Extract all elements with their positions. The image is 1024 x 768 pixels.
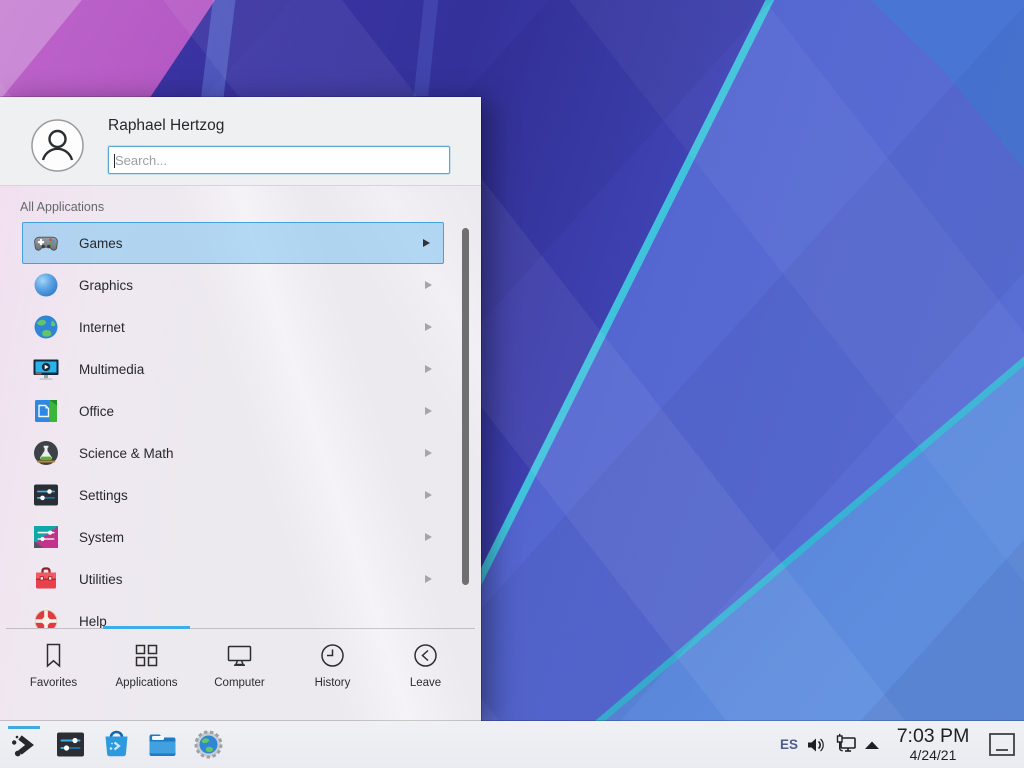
tab-label: Applications [115,677,177,689]
category-science-math[interactable]: Science & Math [22,432,444,474]
tab-label: Favorites [30,677,77,689]
clock-date: 4/24/21 [910,748,957,762]
category-graphics[interactable]: Graphics [22,264,444,306]
application-launcher-menu: Raphael Hertzog All Applications [0,97,481,721]
app-launcher-icon [8,728,41,761]
category-list: Games Graphics Intern [0,222,460,628]
science-icon [33,440,59,466]
category-label: Settings [79,488,128,503]
system-settings-icon [54,728,87,761]
application-launcher-button[interactable] [6,725,42,765]
caret-up-icon [864,740,880,750]
tab-label: Computer [214,677,265,689]
category-label: Multimedia [79,362,144,377]
category-label: Office [79,404,114,419]
settings-icon [33,482,59,508]
category-label: Science & Math [79,446,174,461]
file-manager-icon [146,728,179,761]
category-games[interactable]: Games [22,222,444,264]
web-browser-button[interactable] [190,725,226,765]
keyboard-layout-indicator[interactable]: ES [776,721,802,768]
volume-icon [805,733,829,757]
section-label: All Applications [20,200,104,214]
submenu-arrow-icon [425,575,432,583]
monitor-icon [225,641,254,670]
multimedia-icon [33,356,59,382]
category-help[interactable]: Help [22,600,444,628]
clock-time: 7:03 PM [897,727,970,747]
grid-icon [132,641,161,670]
volume-button[interactable] [804,721,830,768]
network-button[interactable] [832,721,860,768]
category-utilities[interactable]: Utilities [22,558,444,600]
tab-label: History [315,677,351,689]
discover-button[interactable] [98,725,134,765]
tabbar-separator [6,628,475,629]
category-system[interactable]: System [22,516,444,558]
user-avatar-icon [31,119,84,172]
tab-label: Leave [410,677,441,689]
submenu-arrow-icon [425,323,432,331]
tab-favorites[interactable]: Favorites [7,633,100,717]
taskbar-app-icons [6,721,226,768]
digital-clock[interactable]: 7:03 PM 4/24/21 [886,721,980,768]
show-desktop-icon [988,732,1016,758]
submenu-arrow-icon [423,239,430,247]
tab-history[interactable]: History [286,633,379,717]
discover-icon [100,728,133,761]
tab-applications[interactable]: Applications [100,633,193,717]
internet-icon [33,314,59,340]
category-label: Games [79,236,123,251]
launcher-tabbar: Favorites Applications Computer [7,633,472,717]
taskbar-panel: ES 7:03 PM 4/24/2 [0,721,1024,768]
tab-leave[interactable]: Leave [379,633,472,717]
network-wired-icon [833,732,859,758]
submenu-arrow-icon [425,365,432,373]
utilities-icon [33,566,59,592]
office-icon [33,398,59,424]
submenu-arrow-icon [425,281,432,289]
system-icon [33,524,59,550]
submenu-arrow-icon [425,491,432,499]
category-settings[interactable]: Settings [22,474,444,516]
clock-icon [318,641,347,670]
system-settings-button[interactable] [52,725,88,765]
tab-computer[interactable]: Computer [193,633,286,717]
search-input[interactable] [108,146,450,174]
user-name: Raphael Hertzog [108,117,224,135]
category-label: System [79,530,124,545]
web-browser-icon [192,728,225,761]
category-office[interactable]: Office [22,390,444,432]
show-desktop-button[interactable] [986,725,1018,764]
active-tab-indicator [103,626,190,629]
submenu-arrow-icon [425,449,432,457]
category-label: Utilities [79,572,123,587]
category-label: Graphics [79,278,133,293]
tray-expand-button[interactable] [862,721,882,768]
list-scrollbar[interactable] [462,228,469,585]
leave-icon [411,641,440,670]
submenu-arrow-icon [425,533,432,541]
file-manager-button[interactable] [144,725,180,765]
launcher-header: Raphael Hertzog [0,97,481,186]
category-label: Internet [79,320,125,335]
help-icon [33,608,59,628]
category-internet[interactable]: Internet [22,306,444,348]
desktop: Raphael Hertzog All Applications [0,0,1024,768]
games-icon [33,230,59,256]
submenu-arrow-icon [425,407,432,415]
bookmark-icon [39,641,68,670]
graphics-icon [33,272,59,298]
category-multimedia[interactable]: Multimedia [22,348,444,390]
